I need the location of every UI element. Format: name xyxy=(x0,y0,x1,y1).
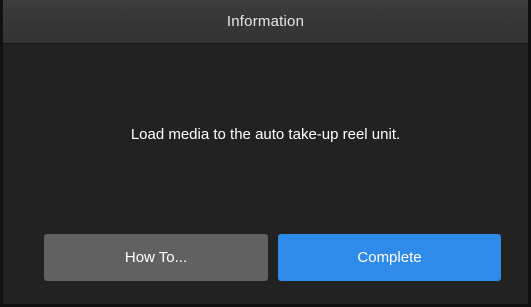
how-to-button[interactable]: How To... xyxy=(44,234,268,281)
dialog-title-bar: Information xyxy=(3,0,528,44)
dialog-title: Information xyxy=(226,13,305,30)
complete-button[interactable]: Complete xyxy=(278,234,501,281)
complete-button-label: Complete xyxy=(357,249,422,266)
dialog-message: Load media to the auto take-up reel unit… xyxy=(130,126,401,143)
information-dialog: Information Load media to the auto take-… xyxy=(0,0,531,307)
how-to-button-label: How To... xyxy=(124,249,188,266)
